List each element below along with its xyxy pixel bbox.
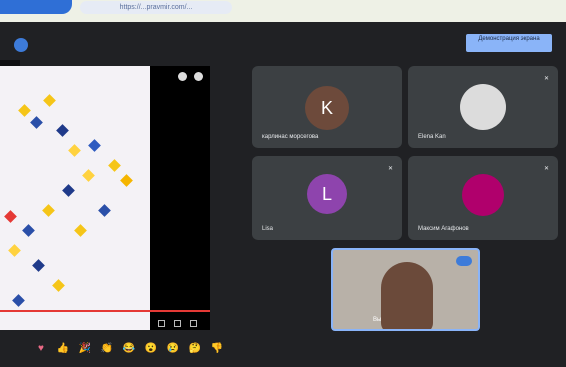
- thumbs-down-reaction-button[interactable]: 👎: [210, 342, 224, 356]
- captions-icon[interactable]: [158, 320, 165, 327]
- surprised-reaction-button[interactable]: 😮: [144, 342, 158, 356]
- mic-muted-icon: ✕: [387, 166, 393, 172]
- browser-top-bar: https://...pravmir.com/...: [0, 0, 566, 22]
- video-blackout: [150, 66, 210, 330]
- avatar: [460, 84, 506, 130]
- progress-line: [0, 310, 210, 312]
- shared-screen: [0, 66, 210, 330]
- self-view-person: [381, 262, 433, 329]
- party-reaction-button[interactable]: 🎉: [78, 342, 92, 356]
- clap-reaction-button[interactable]: 👏: [100, 342, 114, 356]
- thumbs-up-reaction-button[interactable]: 👍: [56, 342, 70, 356]
- self-view-name: Вы: [373, 317, 382, 323]
- present-screen-button[interactable]: Демонстрация экрана: [466, 34, 552, 52]
- pin-icon[interactable]: [14, 38, 28, 52]
- info-icon[interactable]: [178, 72, 187, 81]
- participant-tile[interactable]: ✕ Elena Kan: [408, 66, 558, 148]
- mic-muted-icon: ✕: [543, 76, 549, 82]
- reactions-bar: ♥ 👍 🎉 👏 😂 😮 😢 🤔 👎: [30, 342, 234, 358]
- sad-reaction-button[interactable]: 😢: [166, 342, 180, 356]
- participant-tile[interactable]: K карлинас морсегова: [252, 66, 402, 148]
- mic-muted-icon: ✕: [543, 166, 549, 172]
- avatar: K: [305, 86, 349, 130]
- thinking-reaction-button[interactable]: 🤔: [188, 342, 202, 356]
- avatar: L: [307, 174, 347, 214]
- browser-active-tab[interactable]: [0, 0, 72, 14]
- camera-badge-icon: [456, 256, 472, 266]
- self-view-tile[interactable]: Вы: [331, 248, 480, 331]
- participant-name: Максим Агафонов: [418, 226, 469, 232]
- browser-link[interactable]: https://...pravmir.com/...: [80, 1, 232, 14]
- participant-tile[interactable]: ✕ L Lisa: [252, 156, 402, 240]
- participant-tile[interactable]: ✕ Максим Агафонов: [408, 156, 558, 240]
- participant-name: карлинас морсегова: [262, 134, 319, 140]
- participant-name: Elena Kan: [418, 134, 446, 140]
- share-icon[interactable]: [194, 72, 203, 81]
- participant-name: Lisa: [262, 226, 274, 232]
- laugh-reaction-button[interactable]: 😂: [122, 342, 136, 356]
- fullscreen-icon[interactable]: [190, 320, 197, 327]
- settings-icon[interactable]: [174, 320, 181, 327]
- heart-reaction-button[interactable]: ♥: [34, 342, 48, 356]
- avatar: [462, 174, 504, 216]
